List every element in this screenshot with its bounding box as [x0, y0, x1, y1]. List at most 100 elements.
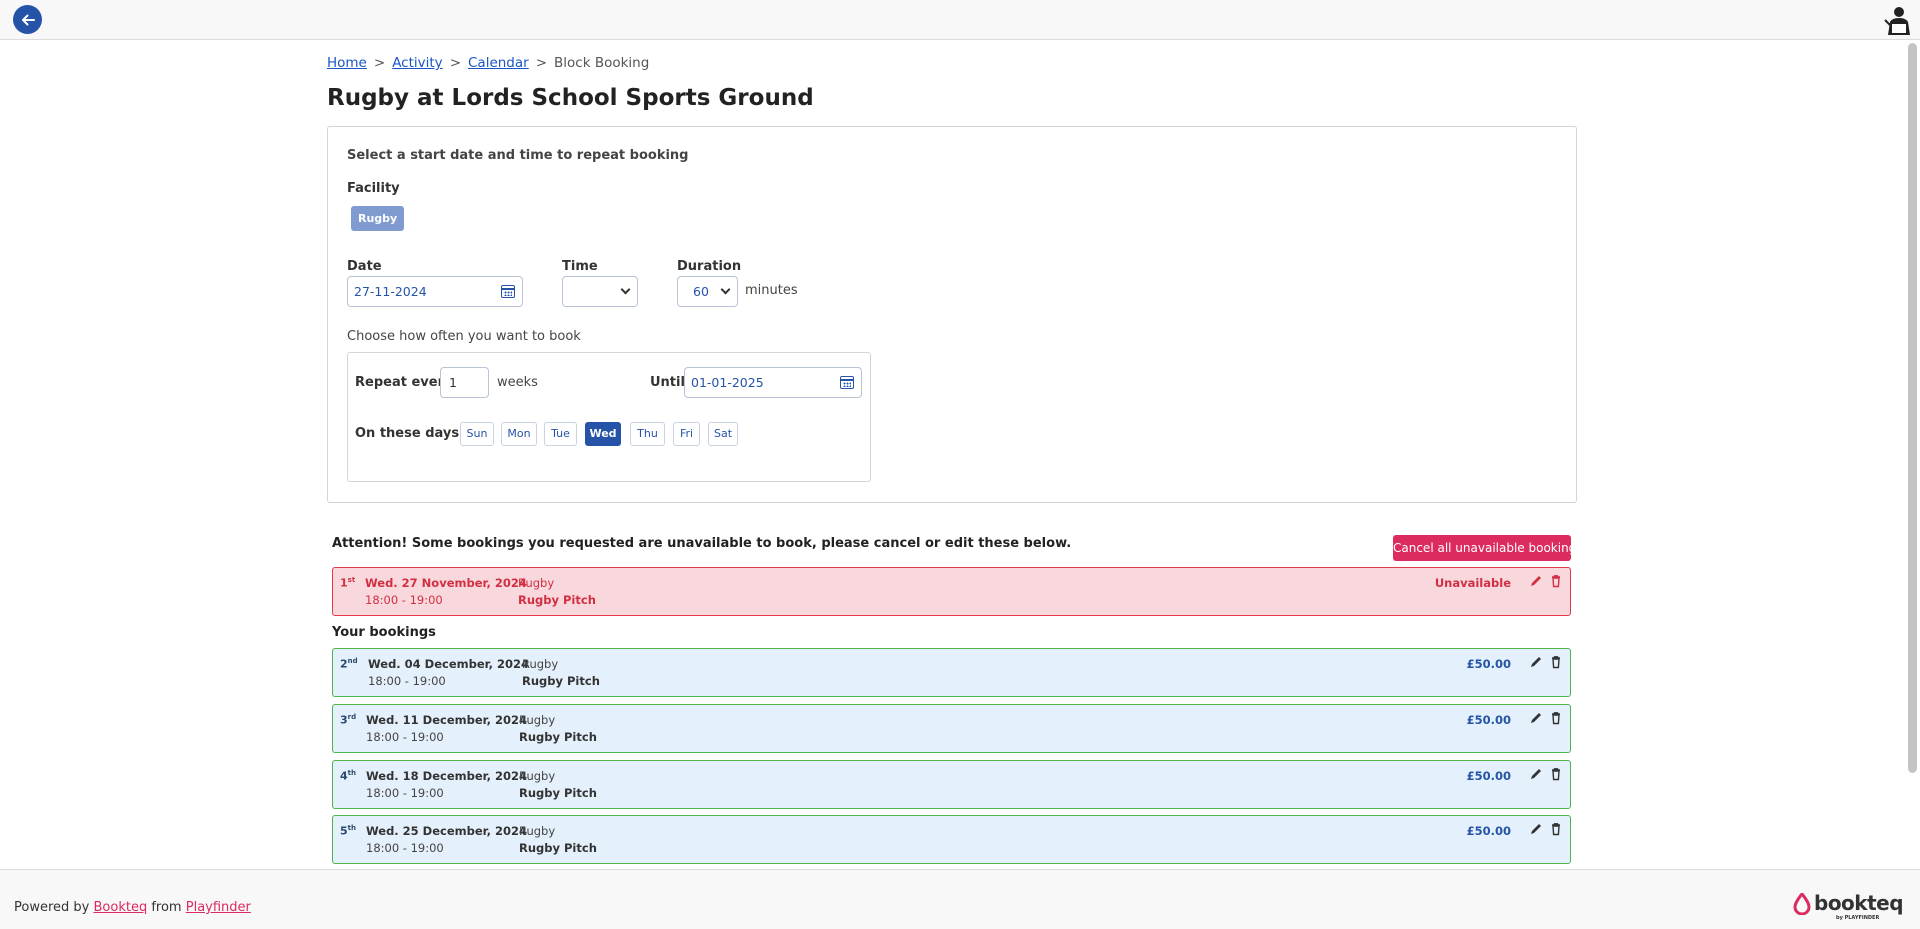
- attention-message: Attention! Some bookings you requested a…: [332, 536, 1072, 551]
- breadcrumb-current: Block Booking: [554, 55, 650, 71]
- main-content: Home > Activity > Calendar > Block Booking Rug…: [0, 41, 1920, 869]
- day-toggle-fri[interactable]: Fri: [673, 422, 700, 446]
- chevron-down-icon: [620, 284, 631, 295]
- booking-number: 4th: [340, 769, 356, 783]
- booking-number: 3rd: [340, 713, 357, 727]
- day-toggle-mon[interactable]: Mon: [501, 422, 537, 446]
- trash-icon[interactable]: [1549, 822, 1563, 836]
- until-value: 01-01-2025: [691, 375, 764, 390]
- arrow-left-icon: [21, 14, 35, 25]
- breadcrumb-separator: >: [373, 55, 386, 71]
- trash-icon[interactable]: [1549, 767, 1563, 781]
- playfinder-link[interactable]: Playfinder: [186, 900, 251, 915]
- duration-label: Duration: [677, 259, 742, 274]
- bookteq-drop-icon: [1793, 893, 1811, 915]
- booking-pitch: Rugby Pitch: [519, 841, 597, 855]
- trash-icon[interactable]: [1549, 574, 1563, 588]
- booking-activity: Rugby: [518, 576, 555, 590]
- trash-icon[interactable]: [1549, 655, 1563, 669]
- booking-row: 2nd Wed. 04 December, 2024 18:00 - 19:00…: [332, 648, 1571, 697]
- duration-unit: minutes: [745, 283, 798, 298]
- booking-date: Wed. 04 December, 2024: [368, 657, 530, 671]
- breadcrumb-calendar[interactable]: Calendar: [468, 55, 529, 71]
- breadcrumb: Home > Activity > Calendar > Block Booking: [327, 55, 649, 71]
- time-label: Time: [562, 259, 598, 274]
- day-toggle-thu[interactable]: Thu: [630, 422, 665, 446]
- powered-by-text: Powered by: [14, 900, 90, 915]
- facility-label: Facility: [347, 181, 400, 196]
- booking-date: Wed. 27 November, 2024: [365, 576, 527, 590]
- calendar-icon[interactable]: [501, 285, 515, 298]
- until-date-input[interactable]: 01-01-2025: [684, 367, 862, 398]
- duration-select[interactable]: 60: [677, 276, 738, 307]
- frequency-label: Choose how often you want to book: [347, 329, 581, 344]
- user-avatar-icon[interactable]: [1882, 4, 1912, 36]
- brand-subtitle: by PLAYFINDER: [1836, 915, 1880, 921]
- repeat-every-label: Repeat every: [355, 375, 453, 390]
- booking-time: 18:00 - 19:00: [366, 786, 444, 800]
- back-button[interactable]: [13, 5, 42, 34]
- status-unavailable: Unavailable: [1434, 576, 1511, 590]
- day-toggle-sun[interactable]: Sun: [460, 422, 494, 446]
- edit-pencil-icon[interactable]: [1529, 822, 1543, 836]
- brand-name: bookteq: [1814, 891, 1904, 915]
- booking-time: 18:00 - 19:00: [365, 593, 443, 607]
- booking-number: 1st: [340, 576, 356, 590]
- booking-activity: Rugby: [519, 769, 556, 783]
- calendar-icon[interactable]: [840, 376, 854, 389]
- day-toggle-tue[interactable]: Tue: [544, 422, 577, 446]
- page-title: Rugby at Lords School Sports Ground: [327, 85, 814, 111]
- booking-time: 18:00 - 19:00: [366, 841, 444, 855]
- footer-credit: Powered by Bookteq from Playfinder: [14, 900, 251, 915]
- trash-icon[interactable]: [1549, 711, 1563, 725]
- cancel-all-unavailable-button[interactable]: Cancel all unavailable bookings: [1393, 535, 1583, 561]
- booking-pitch: Rugby Pitch: [522, 674, 600, 688]
- booking-number: 5th: [340, 824, 356, 838]
- booking-pitch: Rugby Pitch: [519, 730, 597, 744]
- booking-date: Wed. 11 December, 2024: [366, 713, 528, 727]
- edit-pencil-icon[interactable]: [1529, 574, 1543, 588]
- edit-pencil-icon[interactable]: [1529, 767, 1543, 781]
- booking-row: 5th Wed. 25 December, 2024 18:00 - 19:00…: [332, 815, 1571, 864]
- top-bar: [0, 0, 1920, 40]
- repeat-every-input[interactable]: 1: [440, 367, 489, 398]
- until-label: Until: [650, 375, 685, 390]
- footer: Powered by Bookteq from Playfinder bookt…: [0, 869, 1920, 929]
- booking-date: Wed. 25 December, 2024: [366, 824, 528, 838]
- booking-pitch: Rugby Pitch: [519, 786, 597, 800]
- date-input[interactable]: 27-11-2024: [347, 276, 523, 307]
- booking-price: £50.00: [1466, 657, 1511, 671]
- booking-number: 2nd: [340, 657, 358, 671]
- booking-activity: Rugby: [519, 824, 556, 838]
- booking-row: 4th Wed. 18 December, 2024 18:00 - 19:00…: [332, 760, 1571, 809]
- booking-price: £50.00: [1466, 769, 1511, 783]
- date-label: Date: [347, 259, 382, 274]
- breadcrumb-activity[interactable]: Activity: [392, 55, 443, 71]
- day-toggle-wed[interactable]: Wed: [585, 422, 621, 446]
- duration-value: 60: [693, 284, 709, 299]
- days-label: On these days:: [355, 426, 465, 441]
- breadcrumb-home[interactable]: Home: [327, 55, 367, 71]
- booking-row: 3rd Wed. 11 December, 2024 18:00 - 19:00…: [332, 704, 1571, 753]
- bookteq-link[interactable]: Bookteq: [94, 900, 148, 915]
- booking-pitch: Rugby Pitch: [518, 593, 596, 607]
- edit-pencil-icon[interactable]: [1529, 711, 1543, 725]
- your-bookings-heading: Your bookings: [332, 625, 436, 640]
- breadcrumb-separator: >: [449, 55, 461, 71]
- booking-activity: Rugby: [519, 713, 556, 727]
- edit-pencil-icon[interactable]: [1529, 655, 1543, 669]
- chevron-down-icon: [720, 284, 731, 295]
- block-booking-form: Select a start date and time to repeat b…: [327, 126, 1577, 503]
- booking-time: 18:00 - 19:00: [366, 730, 444, 744]
- day-toggle-sat[interactable]: Sat: [708, 422, 738, 446]
- facility-chip-rugby[interactable]: Rugby: [351, 206, 405, 231]
- time-select[interactable]: [562, 276, 638, 307]
- page-scrollbar[interactable]: [1908, 43, 1917, 773]
- bookteq-logo: bookteq by PLAYFINDER: [1792, 891, 1904, 923]
- breadcrumb-separator: >: [535, 55, 548, 71]
- repeat-options: Repeat every 1 weeks Until 01-01-2025 On…: [347, 352, 871, 482]
- booking-price: £50.00: [1466, 824, 1511, 838]
- repeat-unit: weeks: [497, 375, 538, 390]
- booking-date: Wed. 18 December, 2024: [366, 769, 528, 783]
- booking-time: 18:00 - 19:00: [368, 674, 446, 688]
